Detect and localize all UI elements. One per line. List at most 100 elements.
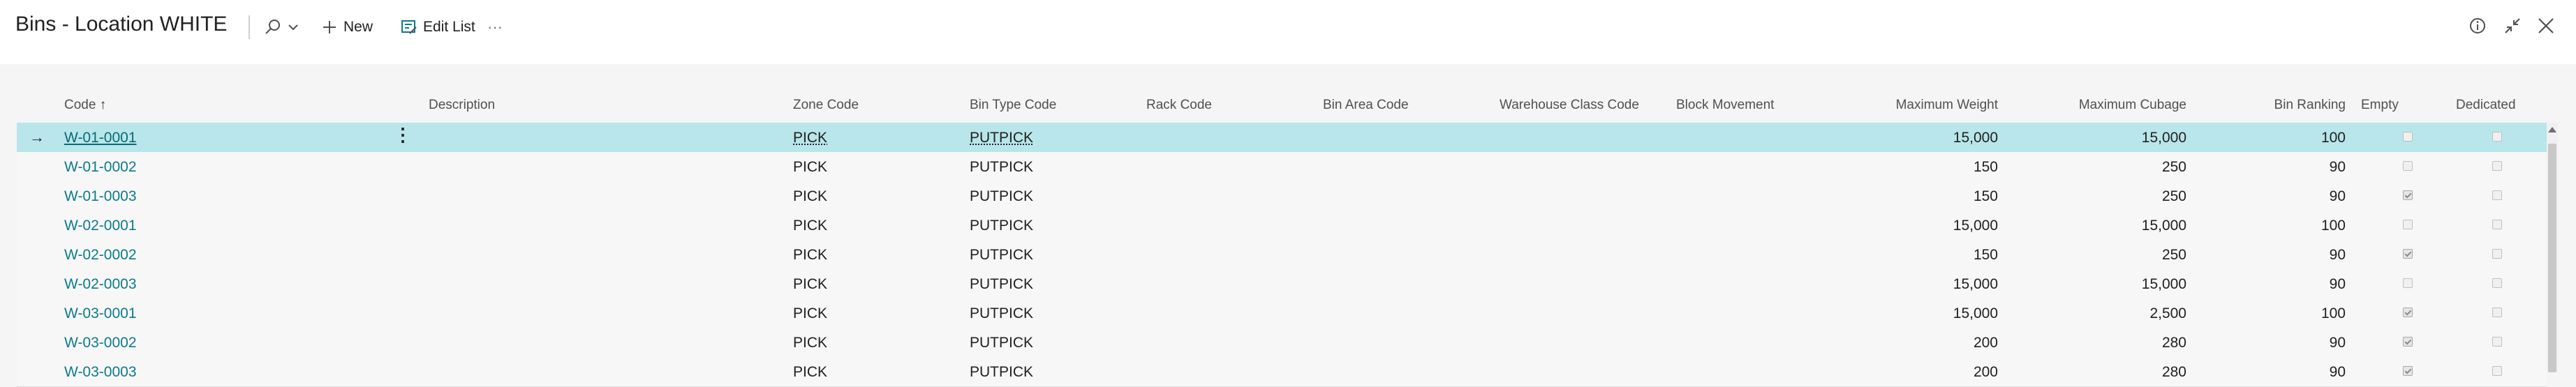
more-actions-button[interactable]: ··· [487, 13, 503, 42]
code-cell[interactable]: W-03-0002 [64, 335, 137, 351]
maximum-weight-cell: 150 [1973, 247, 1998, 263]
code-cell[interactable]: W-01-0002 [64, 159, 137, 176]
zone-code-cell: PICK [793, 218, 828, 234]
column-header-zone-code[interactable]: Zone Code [793, 98, 859, 113]
column-header-code[interactable]: Code ↑ [64, 98, 106, 113]
bin-type-code-cell: PUTPICK [970, 305, 1034, 321]
bin-type-code-cell: PUTPICK [970, 188, 1034, 204]
zone-code-cell: PICK [793, 159, 828, 175]
maximum-weight-cell: 150 [1973, 188, 1998, 204]
code-cell[interactable]: W-01-0001 [64, 130, 137, 146]
dedicated-checkbox[interactable] [2492, 308, 2502, 317]
empty-checkbox[interactable] [2403, 132, 2413, 142]
search-button[interactable] [264, 13, 299, 42]
bin-ranking-cell: 90 [2329, 247, 2346, 263]
column-header-maximum-weight[interactable]: Maximum Weight [1843, 98, 1998, 113]
maximum-weight-cell: 150 [1973, 159, 1998, 175]
bin-type-code-cell: PUTPICK [970, 364, 1034, 380]
empty-checkbox[interactable] [2403, 337, 2413, 347]
zone-code-cell: PICK [793, 305, 828, 321]
empty-checkbox[interactable] [2403, 190, 2413, 200]
column-header-block-movement[interactable]: Block Movement [1676, 98, 1774, 113]
zone-code-cell: PICK [793, 364, 828, 380]
table-row[interactable]: W-03-0001 PICK PUTPICK 15,000 2,500 100 [17, 298, 2547, 328]
sort-ascending-icon: ↑ [99, 98, 107, 112]
edit-list-label: Edit List [423, 19, 475, 35]
maximum-weight-cell: 15,000 [1953, 130, 1998, 146]
maximum-cubage-cell: 15,000 [2141, 130, 2186, 146]
bin-type-code-cell: PUTPICK [970, 276, 1034, 292]
maximum-cubage-cell: 15,000 [2141, 218, 2186, 234]
bin-ranking-cell: 90 [2329, 159, 2346, 175]
table-row[interactable]: W-02-0002 PICK PUTPICK 150 250 90 [17, 240, 2547, 270]
column-header-description[interactable]: Description [429, 98, 495, 113]
edit-list-icon [401, 19, 417, 36]
table-row[interactable]: W-02-0003 PICK PUTPICK 15,000 15,000 90 [17, 269, 2547, 299]
table-row[interactable]: W-01-0002 PICK PUTPICK 150 250 90 [17, 152, 2547, 182]
plus-icon [321, 19, 338, 36]
code-cell[interactable]: W-02-0003 [64, 276, 137, 293]
maximum-weight-cell: 200 [1973, 364, 1998, 380]
maximum-weight-cell: 15,000 [1953, 276, 1998, 292]
zone-code-cell: PICK [793, 247, 828, 263]
edit-list-button[interactable]: Edit List [401, 13, 475, 42]
code-cell[interactable]: W-01-0003 [64, 188, 137, 205]
bin-ranking-cell: 90 [2329, 188, 2346, 204]
maximum-cubage-cell: 2,500 [2149, 305, 2186, 321]
chevron-down-icon [288, 22, 299, 33]
table-row[interactable]: W-01-0003 PICK PUTPICK 150 250 90 [17, 181, 2547, 211]
dedicated-checkbox[interactable] [2492, 366, 2502, 376]
empty-checkbox[interactable] [2403, 278, 2413, 288]
zone-code-cell[interactable]: PICK [793, 130, 827, 146]
maximum-cubage-cell: 250 [2161, 159, 2186, 175]
empty-checkbox[interactable] [2403, 366, 2413, 376]
bin-type-code-cell: PUTPICK [970, 218, 1034, 234]
empty-checkbox[interactable] [2403, 220, 2413, 229]
empty-checkbox[interactable] [2403, 249, 2413, 259]
column-header-empty[interactable]: Empty [2361, 98, 2399, 113]
collapse-icon[interactable] [2501, 14, 2524, 38]
code-cell[interactable]: W-02-0001 [64, 218, 137, 234]
bin-type-code-cell: PUTPICK [970, 247, 1034, 263]
dedicated-checkbox[interactable] [2492, 220, 2502, 229]
row-arrow-icon: → [29, 128, 45, 146]
column-header-dedicated[interactable]: Dedicated [2456, 98, 2516, 113]
table-row[interactable]: W-03-0002 PICK PUTPICK 200 280 90 [17, 328, 2547, 358]
dedicated-checkbox[interactable] [2492, 132, 2502, 142]
column-header-bin-area-code[interactable]: Bin Area Code [1323, 98, 1409, 113]
column-header-warehouse-class-code[interactable]: Warehouse Class Code [1500, 98, 1639, 113]
new-button[interactable]: New [321, 13, 373, 42]
maximum-cubage-cell: 280 [2161, 364, 2186, 380]
zone-code-cell: PICK [793, 335, 828, 351]
row-menu-icon[interactable]: ⋮ [394, 126, 412, 144]
info-icon[interactable] [2466, 14, 2489, 38]
dedicated-checkbox[interactable] [2492, 249, 2502, 259]
column-header-rack-code[interactable]: Rack Code [1146, 98, 1212, 113]
maximum-weight-cell: 200 [1973, 335, 1998, 351]
column-header-code-label: Code [64, 98, 96, 112]
vertical-scrollbar[interactable] [2547, 123, 2558, 372]
close-icon[interactable] [2534, 14, 2558, 38]
dedicated-checkbox[interactable] [2492, 161, 2502, 171]
scroll-up-icon[interactable] [2548, 127, 2556, 132]
zone-code-cell: PICK [793, 188, 828, 204]
bin-ranking-cell: 100 [2320, 130, 2346, 146]
dedicated-checkbox[interactable] [2492, 190, 2502, 200]
empty-checkbox[interactable] [2403, 308, 2413, 317]
maximum-cubage-cell: 250 [2161, 188, 2186, 204]
empty-checkbox[interactable] [2403, 161, 2413, 171]
column-header-bin-type-code[interactable]: Bin Type Code [970, 98, 1056, 113]
dedicated-checkbox[interactable] [2492, 278, 2502, 288]
header-divider [249, 15, 250, 39]
code-cell[interactable]: W-03-0001 [64, 305, 137, 322]
code-cell[interactable]: W-03-0003 [64, 364, 137, 381]
dedicated-checkbox[interactable] [2492, 337, 2502, 347]
bin-type-code-cell[interactable]: PUTPICK [970, 130, 1033, 146]
table-row[interactable]: W-02-0001 PICK PUTPICK 15,000 15,000 100 [17, 211, 2547, 241]
code-cell[interactable]: W-02-0002 [64, 247, 137, 264]
table-row[interactable]: → ⋮ W-01-0001 PICK PUTPICK 15,000 15,000 100 [17, 123, 2547, 153]
bin-ranking-cell: 100 [2320, 218, 2346, 234]
scrollbar-thumb[interactable] [2548, 144, 2556, 372]
column-header-maximum-cubage[interactable]: Maximum Cubage [2024, 98, 2186, 113]
column-header-bin-ranking[interactable]: Bin Ranking [2206, 98, 2346, 113]
